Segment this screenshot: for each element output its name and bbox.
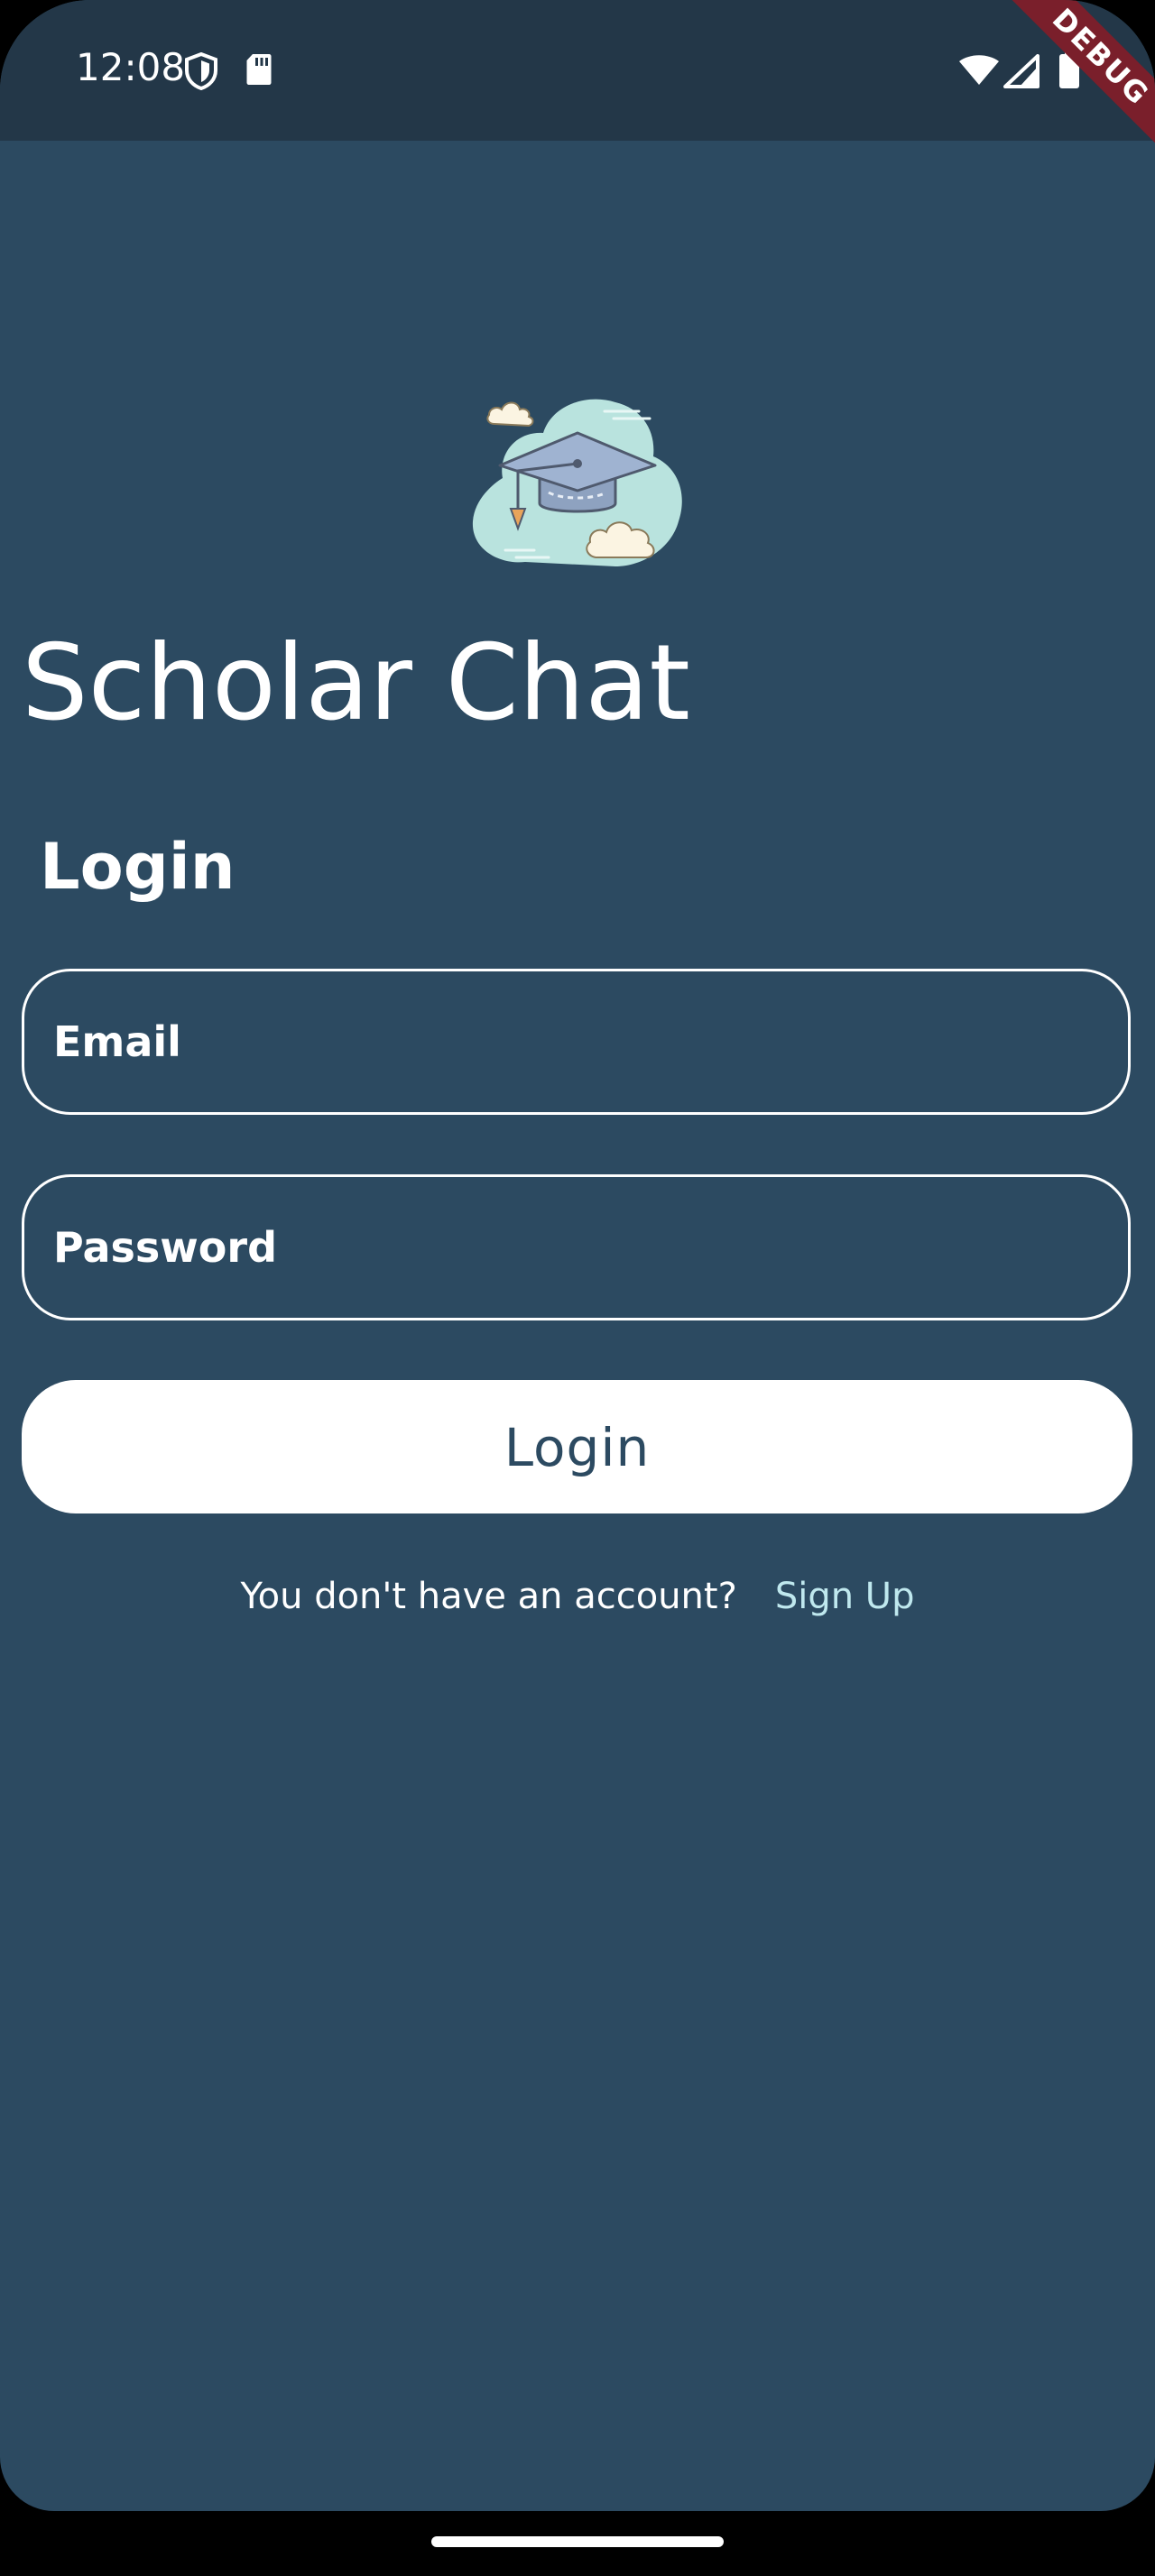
email-input[interactable] xyxy=(53,971,1091,1112)
shield-icon xyxy=(184,51,218,95)
signup-row: You don't have an account? Sign Up xyxy=(0,1569,1155,1624)
password-input[interactable] xyxy=(53,1177,1091,1318)
login-button[interactable]: Login xyxy=(22,1380,1132,1513)
wifi-icon xyxy=(958,54,1000,91)
sd-card-icon xyxy=(245,52,273,91)
status-bar: 12:08 xyxy=(0,0,1155,141)
app-screen: 12:08 DEBUG Scholar Chat Login Email Log… xyxy=(0,0,1155,2511)
app-title: Scholar Chat xyxy=(22,622,690,744)
signup-prompt: You don't have an account? xyxy=(240,1576,737,1617)
cell-signal-icon xyxy=(1003,54,1040,93)
login-heading: Login xyxy=(40,830,236,904)
status-time: 12:08 xyxy=(76,45,186,89)
home-indicator[interactable] xyxy=(431,2536,724,2547)
signup-link[interactable]: Sign Up xyxy=(775,1576,915,1617)
graduation-cap-cloud-icon xyxy=(462,377,693,581)
email-field[interactable] xyxy=(22,969,1131,1115)
password-field[interactable] xyxy=(22,1174,1131,1320)
